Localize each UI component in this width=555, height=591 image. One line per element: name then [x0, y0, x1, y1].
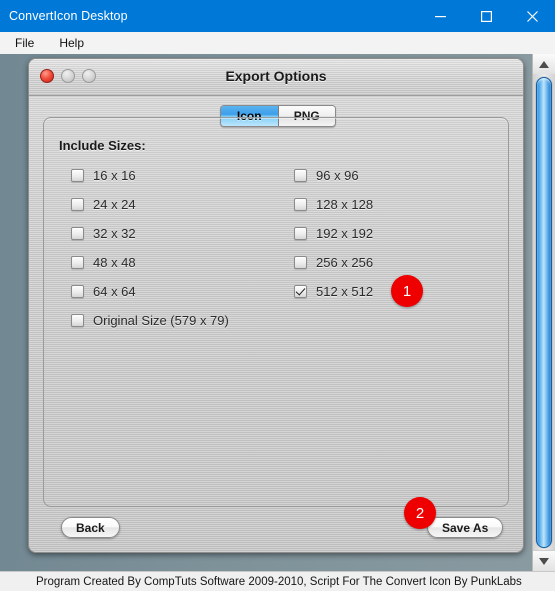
- checkbox-128x128[interactable]: [294, 197, 307, 211]
- checkbox-row-96[interactable]: 96 x 96: [294, 166, 359, 184]
- minimize-icon: [434, 15, 446, 17]
- checkbox-row-24[interactable]: 24 x 24: [71, 195, 136, 213]
- scroll-down-icon: [539, 557, 549, 565]
- checkbox-row-256[interactable]: 256 x 256: [294, 253, 373, 271]
- export-options-dialog: Export Options Icon PNG Include Sizes: 1…: [28, 58, 524, 553]
- close-icon: [526, 10, 538, 22]
- window-titlebar[interactable]: ConvertIcon Desktop: [0, 0, 555, 32]
- checkbox-label-256x256: 256 x 256: [316, 254, 374, 270]
- checkbox-row-48[interactable]: 48 x 48: [71, 253, 136, 271]
- window-title: ConvertIcon Desktop: [9, 9, 128, 23]
- checkbox-original-size[interactable]: [71, 313, 84, 327]
- back-button[interactable]: Back: [61, 517, 120, 538]
- checkbox-label-16x16: 16 x 16: [93, 167, 136, 183]
- checkbox-row-original[interactable]: Original Size (579 x 79): [71, 311, 229, 329]
- window-controls: [417, 0, 555, 32]
- checkbox-row-64[interactable]: 64 x 64: [71, 282, 136, 300]
- save-as-button[interactable]: Save As: [427, 517, 504, 538]
- checkbox-label-64x64: 64 x 64: [93, 283, 136, 299]
- checkbox-row-32[interactable]: 32 x 32: [71, 224, 136, 242]
- annotation-badge-2: 2: [404, 497, 436, 529]
- checkbox-48x48[interactable]: [71, 255, 84, 269]
- maximize-icon: [480, 10, 492, 22]
- checkbox-label-96x96: 96 x 96: [316, 167, 359, 183]
- vertical-scrollbar[interactable]: [532, 54, 555, 571]
- checkbox-row-512[interactable]: 512 x 512: [294, 282, 373, 300]
- checkbox-label-32x32: 32 x 32: [93, 225, 136, 241]
- client-area: Export Options Icon PNG Include Sizes: 1…: [0, 54, 555, 571]
- include-sizes-label: Include Sizes:: [59, 138, 146, 153]
- checkbox-512x512[interactable]: [294, 284, 307, 298]
- checkbox-row-192[interactable]: 192 x 192: [294, 224, 373, 242]
- menubar: File Help: [0, 32, 555, 55]
- checkbox-96x96[interactable]: [294, 168, 307, 182]
- app-window: ConvertIcon Desktop File Help Export Opt…: [0, 0, 555, 591]
- scroll-up-icon: [539, 60, 549, 68]
- checkbox-label-48x48: 48 x 48: [93, 254, 136, 270]
- minimize-button[interactable]: [417, 0, 463, 32]
- checkbox-label-24x24: 24 x 24: [93, 196, 136, 212]
- menu-item-help[interactable]: Help: [49, 34, 94, 52]
- close-button[interactable]: [509, 0, 555, 32]
- checkbox-label-192x192: 192 x 192: [316, 225, 374, 241]
- checkbox-256x256[interactable]: [294, 255, 307, 269]
- menu-item-file[interactable]: File: [5, 34, 44, 52]
- checkbox-32x32[interactable]: [71, 226, 84, 240]
- checkbox-192x192[interactable]: [294, 226, 307, 240]
- scrollbar-thumb[interactable]: [536, 77, 552, 548]
- scroll-down-button[interactable]: [533, 550, 555, 571]
- maximize-button[interactable]: [463, 0, 509, 32]
- dialog-titlebar[interactable]: Export Options: [29, 59, 523, 96]
- checkbox-label-512x512: 512 x 512: [316, 283, 374, 299]
- checkbox-label-original-size: Original Size (579 x 79): [93, 312, 229, 328]
- checkbox-64x64[interactable]: [71, 284, 84, 298]
- scroll-up-button[interactable]: [533, 54, 555, 75]
- checkbox-row-16[interactable]: 16 x 16: [71, 166, 136, 184]
- checkbox-16x16[interactable]: [71, 168, 84, 182]
- checkbox-label-128x128: 128 x 128: [316, 196, 374, 212]
- dialog-title: Export Options: [225, 68, 327, 84]
- checkbox-row-128[interactable]: 128 x 128: [294, 195, 373, 213]
- annotation-badge-1: 1: [391, 275, 423, 307]
- statusbar-text: Program Created By CompTuts Software 200…: [36, 575, 522, 588]
- checkbox-24x24[interactable]: [71, 197, 84, 211]
- statusbar: Program Created By CompTuts Software 200…: [0, 571, 555, 591]
- scrollbar-track[interactable]: [533, 74, 555, 551]
